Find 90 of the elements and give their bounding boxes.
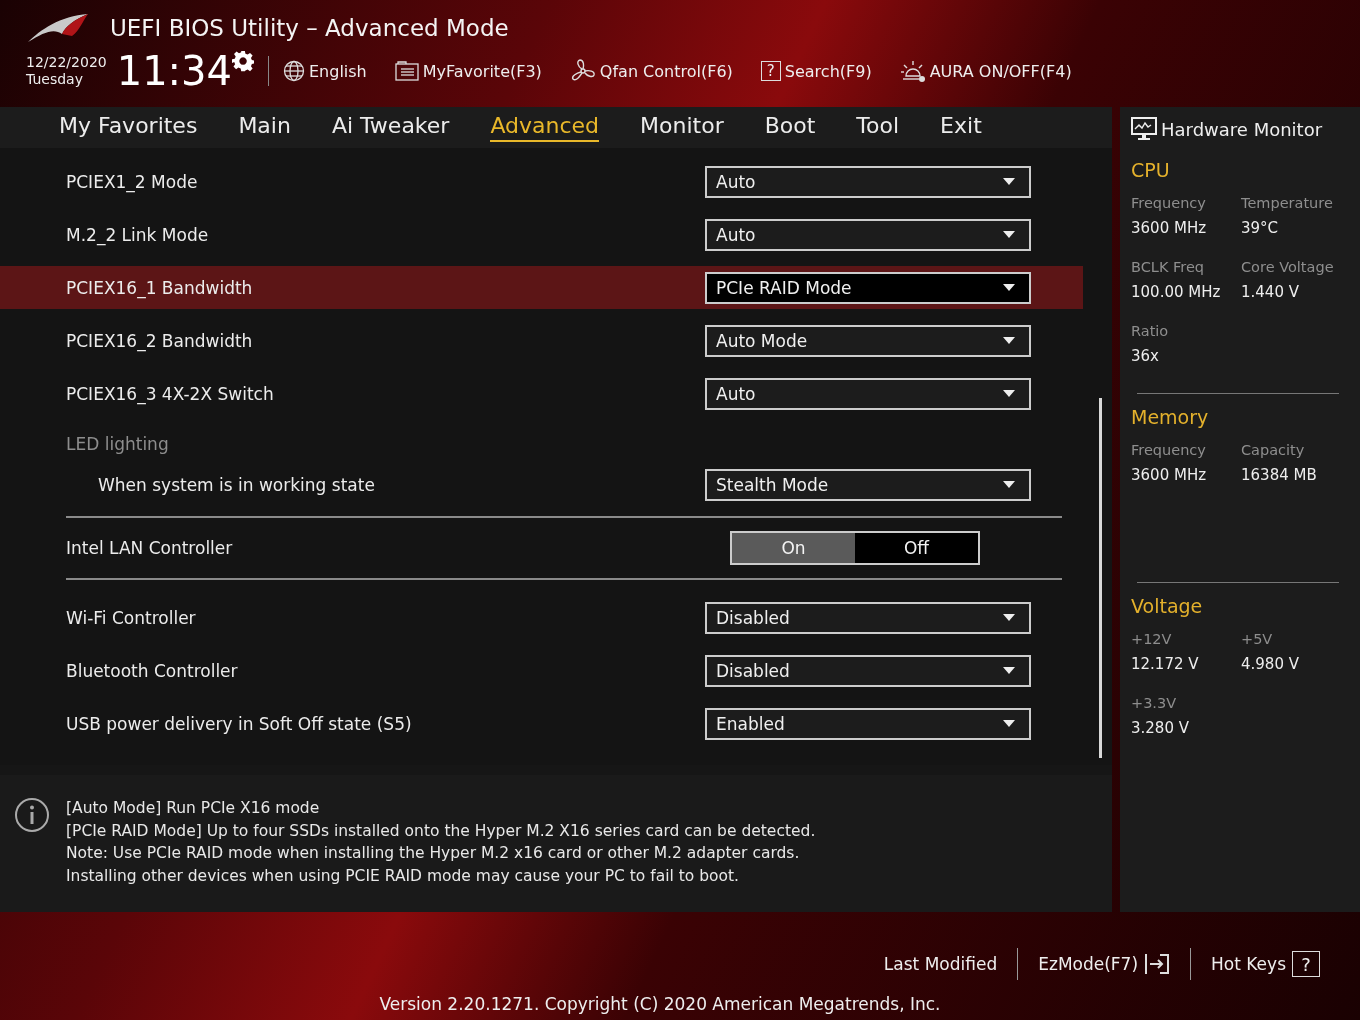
metric-label: Frequency: [1131, 442, 1207, 458]
metric-label: +5V: [1241, 631, 1274, 647]
setting-label: Bluetooth Controller: [66, 660, 238, 681]
caret-icon: [1003, 231, 1015, 238]
metric-label: Frequency: [1131, 195, 1207, 211]
nav-tab[interactable]: Advanced: [490, 113, 600, 142]
dropdown[interactable]: Auto: [705, 165, 1031, 198]
dropdown[interactable]: Enabled: [705, 707, 1031, 740]
dropdown[interactable]: Disabled: [705, 601, 1031, 634]
setting-label: PCIEX16_2 Bandwidth: [66, 330, 253, 351]
toggle-option[interactable]: On: [732, 533, 855, 563]
monitor-icon: [1131, 117, 1157, 141]
group-heading: LED lighting: [66, 434, 169, 454]
toolbar-button[interactable]: MyFavorite(F3): [394, 61, 542, 81]
panel-title: Hardware Monitor: [1161, 118, 1323, 140]
fan-icon: [569, 59, 596, 83]
question-icon: ?: [1292, 951, 1320, 977]
section-heading: Memory: [1131, 406, 1210, 428]
exit-arrow-icon: [1144, 953, 1171, 975]
setting-label: PCIEX1_2 Mode: [66, 171, 198, 192]
metric-value: 1.440 V: [1241, 283, 1300, 301]
nav-tab[interactable]: Boot: [764, 113, 816, 142]
setting-label: PCIEX16_3 4X-2X Switch: [66, 383, 274, 404]
toolbar-button[interactable]: Qfan Control(F6): [569, 59, 733, 83]
help-text: Note: Use PCIe RAID mode when installing the Hyper M.2 x16 card or other M.2 adapter cards.: [66, 843, 801, 864]
globe-icon: [283, 60, 305, 82]
metric-value: 39°C: [1241, 219, 1280, 237]
window-title: UEFI BIOS Utility – Advanced Mode: [110, 15, 509, 41]
nav-tab[interactable]: My Favorites: [59, 113, 198, 142]
setting-label: When system is in working state: [97, 474, 375, 495]
metric-value: 4.980 V: [1241, 655, 1300, 673]
dropdown[interactable]: Auto: [705, 377, 1031, 410]
nav-tab[interactable]: Exit: [940, 113, 982, 142]
metric-label: Ratio: [1131, 323, 1170, 339]
caret-icon: [1003, 481, 1015, 488]
settings-icon[interactable]: [232, 50, 254, 72]
setting-label: Wi-Fi Controller: [66, 607, 196, 628]
hot-keys-button[interactable]: Hot Keys ?: [1191, 951, 1340, 977]
metric-label: Core Voltage: [1241, 259, 1335, 275]
metric-value: 3600 MHz: [1131, 219, 1208, 237]
help-text: Installing other devices when using PCIE RAID mode may cause your PC to fail to boot.: [66, 865, 741, 887]
info-icon: [14, 797, 50, 833]
section-heading: CPU: [1131, 159, 1171, 181]
metric-label: Temperature: [1241, 195, 1334, 211]
metric-value: 3600 MHz: [1131, 466, 1208, 484]
ez-mode-button[interactable]: EzMode(F7): [1018, 953, 1191, 975]
metric-value: 16384 MB: [1241, 466, 1318, 484]
nav-tab[interactable]: Main: [238, 113, 291, 142]
help-text: [Auto Mode] Run PCIe X16 mode: [66, 798, 321, 819]
nav-tab[interactable]: Ai Tweaker: [331, 113, 450, 142]
metric-value: 12.172 V: [1131, 655, 1200, 673]
lamp-icon: [899, 59, 926, 83]
toolbar-button[interactable]: ? Search(F9): [760, 61, 872, 81]
metric-label: BCLK Freq: [1131, 259, 1206, 275]
nav-tab[interactable]: Monitor: [640, 113, 724, 142]
caret-icon: [1003, 178, 1015, 185]
setting-label: Intel LAN Controller: [66, 538, 233, 558]
scrollbar[interactable]: [1099, 398, 1102, 758]
day-text: Tuesday: [26, 71, 84, 88]
metric-label: +3.3V: [1131, 695, 1178, 711]
toolbar-button[interactable]: AURA ON/OFF(F4): [899, 59, 1072, 83]
toolbar-button[interactable]: English: [283, 60, 367, 82]
dropdown[interactable]: Disabled: [705, 654, 1031, 687]
caret-icon: [1003, 337, 1015, 344]
metric-label: Capacity: [1241, 442, 1306, 458]
caret-icon: [1003, 284, 1015, 291]
nav-tab[interactable]: Tool: [856, 113, 900, 142]
question-icon: ?: [760, 61, 781, 81]
help-text: [PCIe RAID Mode] Up to four SSDs installed onto the Hyper M.2 X16 series card can be detected.: [66, 820, 816, 842]
metric-value: 100.00 MHz: [1131, 283, 1222, 301]
metric-value: 3.280 V: [1131, 719, 1190, 737]
clock-time: 11:34: [116, 50, 232, 92]
setting-label: USB power delivery in Soft Off state (S5): [66, 713, 412, 734]
list-icon: [394, 61, 419, 81]
caret-icon: [1003, 390, 1015, 397]
version-text: Version 2.20.1271. Copyright (C) 2020 American Megatrends, Inc.: [379, 994, 941, 1014]
last-modified-button[interactable]: Last Modified: [863, 954, 1018, 974]
setting-label: PCIEX16_1 Bandwidth: [66, 277, 253, 298]
caret-icon: [1003, 720, 1015, 727]
metric-value: 36x: [1131, 347, 1160, 365]
date-text: 12/22/2020: [26, 54, 107, 71]
dropdown[interactable]: Stealth Mode: [705, 468, 1031, 501]
caret-icon: [1003, 614, 1015, 621]
dropdown[interactable]: Auto: [705, 218, 1031, 251]
setting-label: M.2_2 Link Mode: [66, 224, 209, 245]
caret-icon: [1003, 667, 1015, 674]
section-heading: Voltage: [1131, 595, 1204, 617]
metric-label: +12V: [1131, 631, 1173, 647]
dropdown[interactable]: PCIe RAID Mode: [705, 271, 1031, 304]
dropdown[interactable]: Auto Mode: [705, 324, 1031, 357]
